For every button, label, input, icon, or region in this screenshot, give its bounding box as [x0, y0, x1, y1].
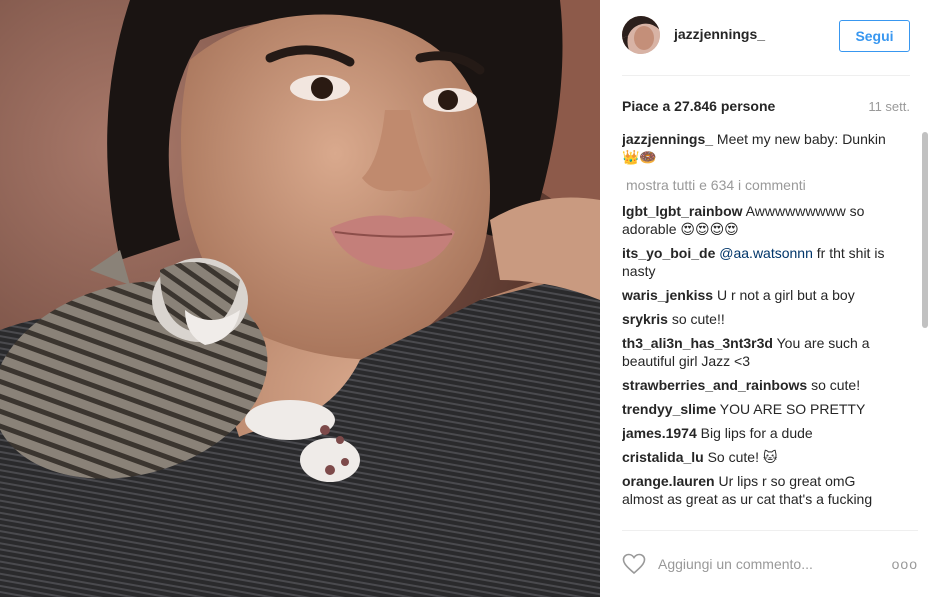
list-item: waris_jenkiss U r not a girl but a boy — [622, 286, 900, 304]
follow-button[interactable]: Segui — [839, 20, 910, 52]
likes-row: Piace a 27.846 persone 11 sett. — [622, 96, 910, 116]
comment-username[interactable]: cristalida_lu — [622, 449, 704, 465]
comment-text: so cute!! — [667, 311, 725, 327]
comment-bar: ooo — [622, 530, 918, 597]
list-item: james.1974 Big lips for a dude — [622, 424, 900, 442]
comment-text: U r not a girl but a boy — [713, 287, 855, 303]
comment-username[interactable]: its_yo_boi_de — [622, 245, 715, 261]
comment-username[interactable]: trendyy_slime — [622, 401, 716, 417]
comment-text: So cute! 🐱 — [703, 449, 778, 465]
post-username[interactable]: jazzjennings_ — [674, 26, 765, 42]
comment-username[interactable]: th3_ali3n_has_3nt3r3d — [622, 335, 773, 351]
add-comment-input[interactable] — [658, 556, 892, 572]
comment-username[interactable]: jazzjennings_ — [622, 131, 713, 147]
list-item: cristalida_lu So cute! 🐱 — [622, 448, 900, 466]
comment-text: Big lips for a dude — [696, 425, 813, 441]
post-photo[interactable] — [0, 0, 600, 597]
likes-count[interactable]: Piace a 27.846 persone — [622, 98, 775, 114]
post-time[interactable]: 11 sett. — [868, 99, 910, 114]
load-more-comments[interactable]: mostra tutti e 634 i commenti — [626, 176, 900, 194]
list-item: trendyy_slime YOU ARE SO PRETTY — [622, 400, 900, 418]
comment-username[interactable]: strawberries_and_rainbows — [622, 377, 807, 393]
comment-username[interactable]: james.1974 — [622, 425, 697, 441]
list-item: srykris so cute!! — [622, 310, 900, 328]
scrollbar-thumb[interactable] — [922, 132, 928, 328]
comment-username[interactable]: waris_jenkiss — [622, 287, 713, 303]
comment-mention[interactable]: @aa.watsonnn — [719, 245, 813, 261]
comment-username[interactable]: srykris — [622, 311, 668, 327]
list-item: lgbt_lgbt_rainbow Awwwwwwwww so adorable… — [622, 202, 900, 238]
comments-scrollbar[interactable] — [920, 130, 929, 530]
comments-list[interactable]: jazzjennings_ Meet my new baby: Dunkin👑🍩… — [622, 130, 918, 530]
comment-text: so cute! — [807, 377, 861, 393]
list-item: th3_ali3n_has_3nt3r3d You are such a bea… — [622, 334, 900, 370]
more-options-icon[interactable]: ooo — [892, 556, 918, 572]
post-header: jazzjennings_ Segui — [622, 0, 910, 76]
caption: jazzjennings_ Meet my new baby: Dunkin👑🍩 — [622, 130, 900, 166]
list-item: orange.lauren Ur lips r so great omG alm… — [622, 472, 900, 508]
comment-username[interactable]: lgbt_lgbt_rainbow — [622, 203, 743, 219]
post-sidebar: jazzjennings_ Segui Piace a 27.846 perso… — [600, 0, 933, 597]
heart-icon[interactable] — [622, 553, 646, 575]
avatar[interactable] — [622, 15, 660, 54]
comment-username[interactable]: orange.lauren — [622, 473, 715, 489]
comment-text: YOU ARE SO PRETTY — [716, 401, 866, 417]
list-item: strawberries_and_rainbows so cute! — [622, 376, 900, 394]
list-item: its_yo_boi_de @aa.watsonnn fr tht shit i… — [622, 244, 900, 280]
